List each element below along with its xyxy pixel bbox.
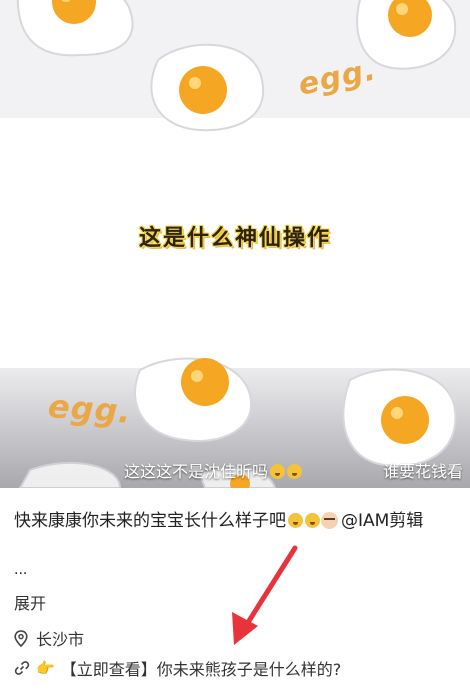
egg-sticker-text: egg. bbox=[46, 387, 133, 431]
location-row[interactable]: 长沙市 bbox=[14, 626, 84, 650]
danmaku-text: 这这这不是沈佳昕吗 bbox=[124, 462, 269, 481]
location-text: 长沙市 bbox=[36, 630, 85, 649]
crying-face-icon bbox=[287, 464, 303, 479]
link-icon bbox=[14, 661, 30, 675]
video-player[interactable]: egg. egg. 这是什么神仙操作 这这这不是沈佳昕吗 谁要花钱看 bbox=[0, 0, 470, 488]
product-link-text[interactable]: 【立即查看】你未来熊孩子是什么样的? bbox=[61, 656, 342, 680]
danmaku-comment: 这这这不是沈佳昕吗 bbox=[124, 458, 303, 482]
fried-egg-icon bbox=[16, 0, 134, 57]
danmaku-text: 谁要花钱看 bbox=[383, 462, 464, 481]
post-ellipsis: ... bbox=[14, 562, 28, 578]
fried-egg-icon bbox=[18, 461, 122, 488]
mention-link[interactable]: @IAM剪辑 bbox=[341, 511, 423, 531]
pointing-hand-icon: 👉 bbox=[36, 659, 55, 677]
baby-icon bbox=[321, 512, 338, 529]
post-title-text: 快来康康你未来的宝宝长什么样子吧 bbox=[14, 511, 286, 531]
post-title: 快来康康你未来的宝宝长什么样子吧 @IAM剪辑 bbox=[14, 506, 423, 531]
danmaku-comment: 谁要花钱看 bbox=[383, 458, 463, 482]
product-link-row[interactable]: 👉 【立即查看】你未来熊孩子是什么样的? bbox=[14, 656, 341, 680]
location-pin-icon bbox=[14, 629, 28, 647]
pleading-face-icon bbox=[305, 513, 320, 528]
video-caption: 这是什么神仙操作 bbox=[138, 226, 331, 251]
pleading-face-icon bbox=[288, 513, 303, 528]
crying-face-icon bbox=[270, 464, 286, 479]
expand-button[interactable]: 展开 bbox=[14, 590, 46, 614]
fried-egg-icon bbox=[150, 43, 265, 132]
fried-egg-icon bbox=[134, 357, 253, 442]
fried-egg-icon bbox=[342, 368, 457, 467]
